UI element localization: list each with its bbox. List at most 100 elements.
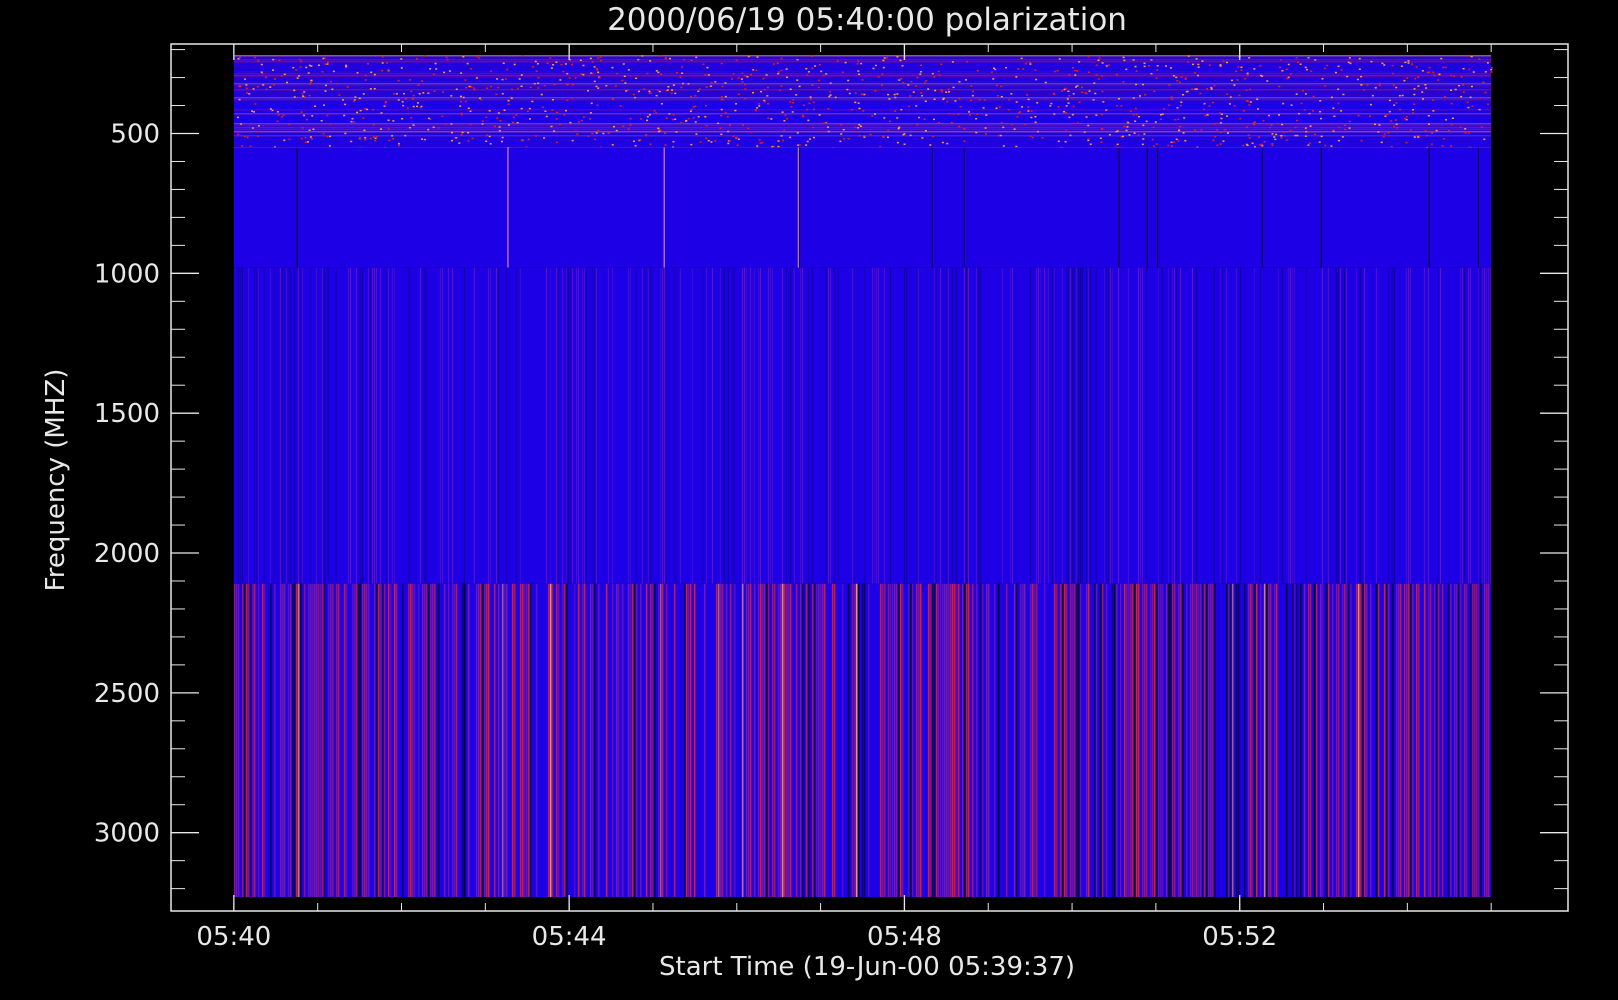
speckle (423, 55, 426, 57)
time-stripe (1369, 583, 1372, 898)
speckle (472, 87, 475, 89)
time-stripe (665, 583, 668, 898)
speckle (459, 100, 462, 103)
speckle (898, 126, 901, 129)
speckle (1450, 123, 1453, 126)
channel-stripe (233, 125, 1492, 127)
time-stripe (895, 583, 898, 898)
time-stripe (1259, 267, 1262, 584)
speckle (309, 81, 312, 84)
time-stripe (423, 267, 426, 584)
speckle (324, 63, 327, 65)
speckle (550, 125, 553, 128)
speckle (836, 60, 839, 62)
speckle (1441, 145, 1444, 147)
speckle (1462, 84, 1465, 86)
time-stripe (1235, 267, 1238, 584)
y-tick-label: 3000 (94, 819, 160, 849)
speckle (363, 129, 366, 132)
speckle (1386, 113, 1389, 115)
speckle (720, 108, 723, 111)
speckle (402, 104, 405, 107)
speckle (857, 102, 860, 104)
speckle (1310, 70, 1313, 72)
time-stripe (371, 267, 374, 584)
speckle (552, 64, 555, 66)
speckle (589, 118, 592, 120)
time-stripe (475, 583, 478, 898)
speckle (1248, 137, 1251, 139)
speckle (1296, 61, 1299, 64)
time-stripe (799, 267, 802, 584)
speckle (451, 139, 454, 142)
time-stripe (829, 267, 832, 584)
speckle (983, 99, 986, 101)
time-stripe (323, 267, 326, 584)
time-stripe (981, 583, 984, 898)
time-stripe (1273, 267, 1276, 584)
time-stripe (889, 583, 892, 898)
time-stripe (975, 583, 978, 898)
speckle (847, 79, 850, 82)
time-stripe (315, 267, 318, 584)
time-stripe (365, 583, 368, 898)
time-stripe (255, 267, 258, 584)
time-stripe (505, 583, 508, 898)
speckle (520, 85, 523, 88)
speckle (1390, 146, 1393, 148)
time-stripe (297, 267, 300, 584)
time-stripe (243, 583, 246, 898)
speckle (1135, 70, 1138, 72)
time-stripe (945, 267, 948, 584)
speckle (490, 85, 493, 88)
time-stripe (1335, 583, 1338, 898)
time-stripe (593, 583, 596, 898)
speckle (869, 133, 872, 136)
speckle (1240, 69, 1243, 71)
time-stripe (1035, 583, 1038, 898)
speckle (695, 56, 698, 59)
time-stripe (745, 267, 748, 584)
speckle (1184, 77, 1187, 79)
speckle (236, 116, 239, 119)
speckle (1108, 64, 1111, 66)
time-stripe (979, 583, 982, 898)
speckle (995, 84, 998, 87)
time-stripe (1321, 583, 1324, 898)
speckle (1210, 86, 1213, 89)
speckle (611, 98, 614, 101)
speckle (342, 99, 345, 101)
speckle (1378, 124, 1381, 126)
speckle (665, 117, 668, 120)
time-stripe (387, 267, 390, 584)
speckle (984, 133, 987, 135)
speckle (937, 122, 940, 124)
speckle (500, 140, 503, 143)
time-stripe (827, 267, 830, 584)
speckle (720, 96, 723, 98)
speckle (1484, 91, 1487, 94)
speckle (1133, 132, 1136, 134)
time-stripe (853, 583, 856, 898)
speckle (825, 73, 828, 75)
time-stripe (909, 583, 912, 898)
time-stripe (1035, 267, 1038, 584)
time-stripe (1185, 583, 1188, 898)
speckle (1274, 138, 1277, 141)
time-stripe (1143, 583, 1146, 898)
speckle (1167, 144, 1170, 147)
time-stripe (1253, 583, 1256, 898)
time-stripe (293, 267, 296, 584)
x-tick-label: 05:52 (1202, 922, 1277, 952)
time-stripe (701, 267, 704, 584)
speckle (1186, 90, 1189, 93)
speckle (1307, 144, 1310, 146)
speckle (1271, 133, 1274, 135)
time-stripe (1033, 583, 1036, 898)
speckle (1442, 66, 1445, 69)
time-stripe (811, 267, 814, 584)
time-stripe (783, 583, 786, 898)
time-stripe (731, 267, 734, 584)
speckle (888, 98, 891, 100)
time-stripe (873, 267, 876, 584)
